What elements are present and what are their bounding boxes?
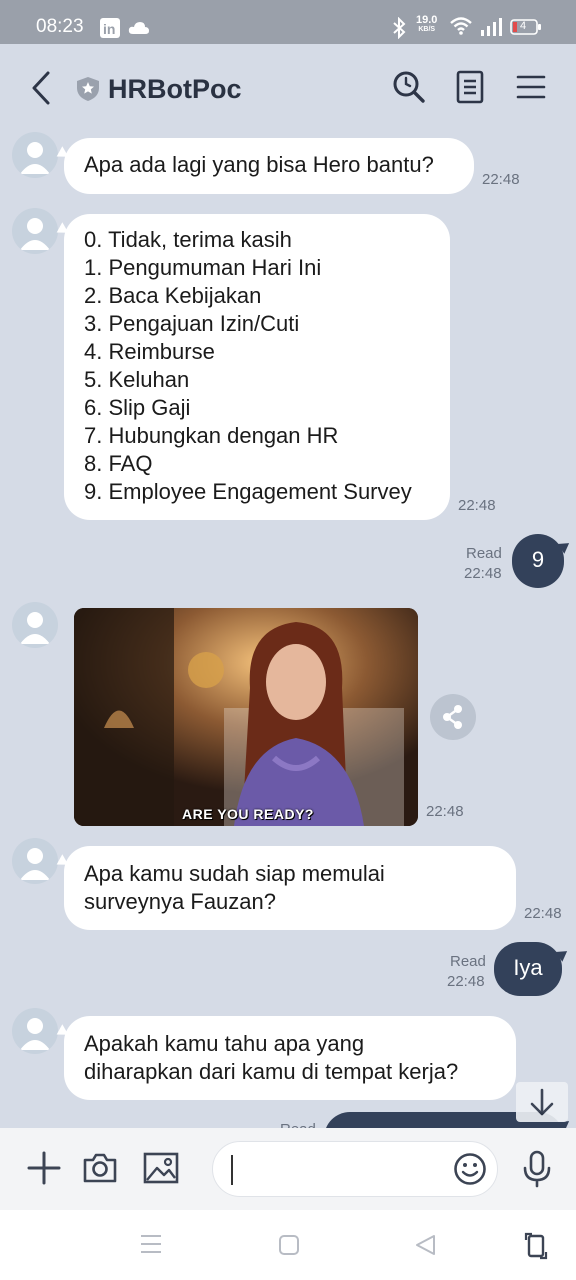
menu-option: 7. Hubungkan dengan HR xyxy=(84,423,339,448)
message-text: Apa ada lagi yang bisa Hero bantu? xyxy=(84,152,434,177)
message-text: Iya xyxy=(513,955,543,980)
menu-option: 2. Baca Kebijakan xyxy=(84,283,262,308)
status-time: 08:23 xyxy=(36,16,84,37)
gif-caption: ARE YOU READY? xyxy=(182,806,314,822)
system-navigation-bar xyxy=(0,1210,576,1280)
text-cursor xyxy=(231,1155,233,1185)
home-icon[interactable] xyxy=(278,1234,300,1261)
network-speed-value: 19.0 xyxy=(416,14,438,26)
network-speed-unit: KB/S xyxy=(418,26,436,33)
menu-option: 5. Keluhan xyxy=(84,367,190,392)
gallery-icon[interactable] xyxy=(142,1150,180,1191)
battery-level: 4 xyxy=(520,20,527,32)
read-receipt: Read xyxy=(450,953,486,970)
message-timestamp: 22:48 xyxy=(464,565,502,582)
search-icon[interactable] xyxy=(392,70,426,109)
menu-option: 4. Reimburse xyxy=(84,339,215,364)
incoming-message-bubble[interactable]: Apa ada lagi yang bisa Hero bantu? xyxy=(64,138,474,194)
bot-avatar[interactable] xyxy=(12,132,58,178)
message-input-bar xyxy=(0,1128,576,1210)
share-button[interactable] xyxy=(430,694,476,740)
linkedin-icon: in xyxy=(100,18,120,43)
add-icon[interactable] xyxy=(26,1150,62,1191)
outgoing-message-bubble[interactable]: 9 xyxy=(512,534,564,588)
official-account-shield-icon xyxy=(76,76,100,107)
recent-apps-icon[interactable] xyxy=(140,1234,162,1259)
chat-area[interactable]: Apa ada lagi yang bisa Hero bantu? 22:48… xyxy=(0,132,576,1128)
gif-image-message[interactable]: ARE YOU READY? xyxy=(74,608,418,826)
menu-option: 3. Pengajuan Izin/Cuti xyxy=(84,311,300,336)
notes-icon[interactable] xyxy=(456,70,484,109)
bluetooth-icon xyxy=(392,16,406,44)
bot-avatar[interactable] xyxy=(12,208,58,254)
message-timestamp: 22:48 xyxy=(482,171,520,188)
network-speed: 19.0 KB/S xyxy=(416,15,437,35)
message-timestamp: 22:48 xyxy=(524,905,562,922)
message-timestamp: 22:48 xyxy=(458,497,496,514)
status-bar: 08:23 in 19.0 KB/S 4 xyxy=(0,0,576,44)
wifi-icon xyxy=(450,17,472,40)
bot-avatar[interactable] xyxy=(12,602,58,648)
rotate-screen-icon[interactable] xyxy=(524,1232,548,1265)
menu-option: 0. Tidak, terima kasih xyxy=(84,227,292,252)
incoming-message-bubble[interactable]: Apa kamu sudah siap memulai surveynya Fa… xyxy=(64,846,516,930)
message-text: 9 xyxy=(531,547,545,572)
bot-avatar[interactable] xyxy=(12,1008,58,1054)
bot-avatar[interactable] xyxy=(12,838,58,884)
microphone-icon[interactable] xyxy=(522,1150,552,1193)
message-text-line: diharapkan dari kamu di tempat kerja? xyxy=(84,1059,459,1084)
message-text-line: surveynya Fauzan? xyxy=(84,889,276,914)
read-receipt: Read xyxy=(280,1120,316,1128)
svg-text:in: in xyxy=(103,21,115,37)
message-text-line: Apakah kamu tahu apa yang xyxy=(84,1031,365,1056)
camera-icon[interactable] xyxy=(82,1150,118,1191)
incoming-message-bubble[interactable]: Apakah kamu tahu apa yang diharapkan dar… xyxy=(64,1016,516,1100)
menu-icon[interactable] xyxy=(516,74,546,105)
message-input[interactable] xyxy=(212,1141,498,1197)
read-receipt: Read xyxy=(466,545,502,562)
message-timestamp: 22:48 xyxy=(426,803,464,820)
menu-option: 1. Pengumuman Hari Ini xyxy=(84,255,322,280)
emoji-icon[interactable] xyxy=(453,1152,487,1191)
signal-icon xyxy=(480,18,502,41)
chat-header: HRBotPoc xyxy=(0,44,576,132)
scroll-to-bottom-button[interactable] xyxy=(516,1082,568,1122)
cloud-icon xyxy=(128,21,150,40)
outgoing-message-bubble[interactable]: Iya xyxy=(494,942,562,996)
back-nav-icon[interactable] xyxy=(414,1234,436,1261)
menu-option: 6. Slip Gaji xyxy=(84,395,191,420)
back-icon[interactable] xyxy=(28,70,56,111)
menu-option: 9. Employee Engagement Survey xyxy=(84,479,412,504)
menu-options-bubble[interactable]: 0. Tidak, terima kasih 1. Pengumuman Har… xyxy=(64,214,450,520)
chat-title: HRBotPoc xyxy=(108,74,242,104)
menu-option: 8. FAQ xyxy=(84,451,153,476)
message-text-line: Apa kamu sudah siap memulai xyxy=(84,861,385,886)
message-timestamp: 22:48 xyxy=(447,973,485,990)
